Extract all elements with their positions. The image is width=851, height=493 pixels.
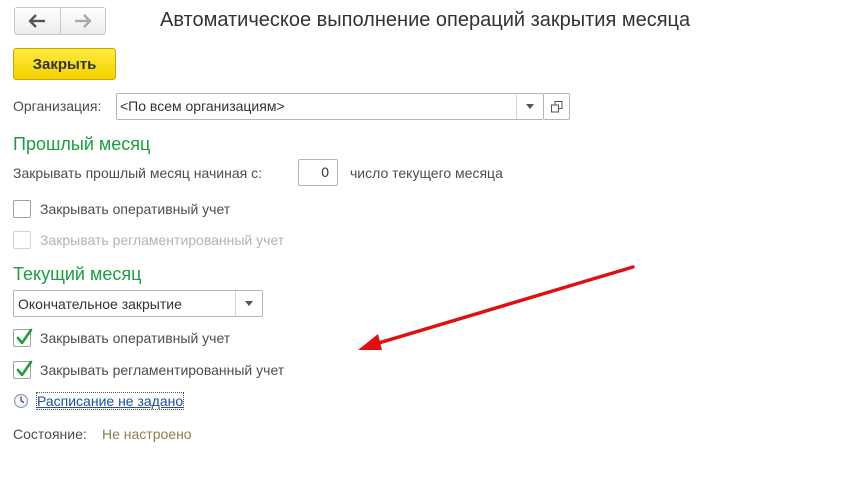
back-button[interactable] bbox=[15, 8, 60, 34]
prev-operational-checkbox[interactable] bbox=[13, 200, 31, 218]
cur-regulated-checkbox[interactable] bbox=[13, 360, 33, 379]
window-title: Автоматическое выполнение операций закры… bbox=[160, 9, 691, 31]
checkmark-icon bbox=[16, 328, 33, 345]
open-window-icon bbox=[550, 100, 562, 112]
close-button[interactable]: Закрыть bbox=[13, 48, 116, 80]
cur-regulated-label: Закрывать регламентированный учет bbox=[40, 362, 285, 378]
forward-button[interactable] bbox=[59, 8, 106, 34]
previous-month-heading: Прошлый месяц bbox=[13, 134, 151, 154]
arrow-right-icon bbox=[74, 14, 91, 28]
arrow-left-icon bbox=[29, 14, 46, 28]
prev-regulated-row: Закрывать регламентированный учет bbox=[13, 231, 284, 249]
cur-operational-label: Закрывать оперативный учет bbox=[40, 330, 231, 346]
prev-regulated-label: Закрывать регламентированный учет bbox=[40, 232, 285, 248]
closing-mode-dropdown-button[interactable] bbox=[235, 291, 262, 316]
closing-mode-select[interactable]: Окончательное закрытие bbox=[13, 290, 263, 317]
start-day-label: Закрывать прошлый месяц начиная с: bbox=[13, 165, 262, 181]
organization-open-button[interactable] bbox=[544, 93, 570, 120]
start-day-input[interactable]: 0 bbox=[298, 159, 338, 186]
chevron-down-icon bbox=[526, 104, 534, 109]
cur-regulated-row[interactable]: Закрывать регламентированный учет bbox=[13, 360, 285, 379]
annotation-arrow-icon bbox=[358, 265, 635, 350]
closing-mode-value: Окончательное закрытие bbox=[18, 296, 182, 312]
organization-field[interactable]: <По всем организациям> bbox=[116, 93, 544, 120]
status-label: Состояние: bbox=[13, 426, 87, 442]
history-nav bbox=[14, 7, 106, 35]
schedule-row: Расписание не задано bbox=[13, 392, 185, 410]
prev-regulated-checkbox bbox=[13, 231, 31, 249]
organization-dropdown-button[interactable] bbox=[516, 94, 543, 119]
clock-icon bbox=[13, 393, 29, 409]
organization-value: <По всем организациям> bbox=[120, 98, 285, 114]
prev-operational-label: Закрывать оперативный учет bbox=[40, 201, 231, 217]
status-value: Не настроено bbox=[102, 426, 192, 442]
chevron-down-icon bbox=[245, 301, 253, 306]
cur-operational-checkbox[interactable] bbox=[13, 328, 33, 347]
schedule-link[interactable]: Расписание не задано bbox=[35, 392, 185, 410]
organization-label: Организация: bbox=[13, 98, 102, 114]
cur-operational-row[interactable]: Закрывать оперативный учет bbox=[13, 328, 231, 347]
checkmark-icon bbox=[16, 360, 33, 377]
start-day-suffix: число текущего месяца bbox=[350, 165, 503, 181]
prev-operational-row[interactable]: Закрывать оперативный учет bbox=[13, 200, 230, 218]
current-month-heading: Текущий месяц bbox=[13, 264, 142, 284]
